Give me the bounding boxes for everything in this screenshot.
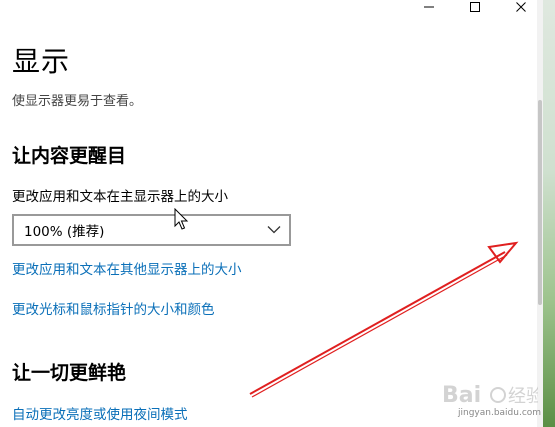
chevron-down-icon — [267, 226, 281, 234]
scale-dropdown-value: 100% (推荐) — [24, 224, 105, 240]
minimize-icon — [424, 6, 434, 8]
watermark-url: jingyan.baidu.com — [458, 408, 542, 418]
scrollbar-thumb[interactable] — [538, 100, 542, 305]
page-title: 显示 — [12, 45, 71, 78]
section-title-readability: 让内容更醒目 — [12, 145, 127, 167]
svg-text:经验: 经验 — [508, 386, 538, 407]
link-cursor-size-color[interactable]: 更改光标和鼠标指针的大小和颜色 — [12, 301, 215, 319]
link-other-display-scale[interactable]: 更改应用和文本在其他显示器上的大小 — [12, 261, 242, 279]
section-title-vivid: 让一切更鲜艳 — [12, 362, 127, 384]
svg-text:Bai: Bai — [442, 383, 481, 408]
close-icon — [516, 2, 526, 12]
desktop-background — [543, 0, 555, 427]
scale-dropdown[interactable]: 100% (推荐) — [12, 214, 291, 246]
page-description: 使显示器更易于查看。 — [12, 94, 143, 109]
settings-window: 显示 使显示器更易于查看。 让内容更醒目 更改应用和文本在主显示器上的大小 10… — [0, 0, 537, 427]
maximize-button[interactable] — [452, 0, 498, 14]
maximize-icon — [470, 2, 480, 12]
link-brightness-night-mode[interactable]: 自动更改亮度或使用夜间模式 — [12, 406, 188, 424]
minimize-button[interactable] — [406, 0, 452, 14]
scale-label: 更改应用和文本在主显示器上的大小 — [12, 189, 228, 205]
mouse-cursor-icon — [174, 208, 189, 230]
